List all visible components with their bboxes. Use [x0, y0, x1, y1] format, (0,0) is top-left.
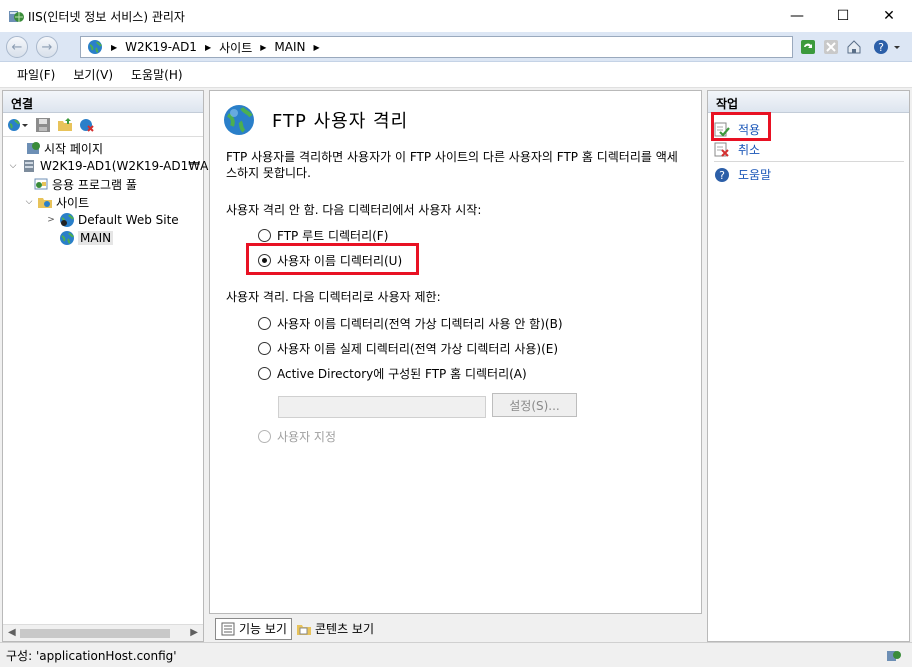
radio-button[interactable] — [258, 367, 271, 380]
title-bar: IIS(인터넷 정보 서비스) 관리자 — ☐ ✕ — [0, 0, 912, 32]
actions-divider — [714, 161, 904, 162]
tab-content-view[interactable]: 콘텐츠 보기 — [292, 618, 378, 640]
horizontal-scrollbar[interactable]: ◀ ▶ — [3, 624, 203, 641]
up-folder-icon[interactable] — [57, 117, 73, 133]
feature-pane: FTP 사용자 격리 FTP 사용자를 격리하면 사용자가 이 FTP 사이트의… — [209, 90, 702, 614]
feature-description: FTP 사용자를 격리하면 사용자가 이 FTP 사이트의 다른 사용자의 FT… — [226, 150, 678, 180]
collapse-icon[interactable]: ⌵ — [23, 197, 35, 207]
help-icon[interactable]: ? — [873, 39, 889, 55]
status-bar: 구성: 'applicationHost.config' — [0, 642, 912, 667]
help-dropdown-icon[interactable] — [892, 39, 902, 55]
tab-features-view[interactable]: 기능 보기 — [215, 617, 292, 640]
connect-icon[interactable] — [7, 117, 29, 133]
tree-item-sites[interactable]: ⌵ 사이트 — [23, 193, 90, 211]
path-separator: ▶ — [111, 42, 118, 52]
path-separator: ▶ — [313, 42, 320, 52]
close-button[interactable]: ✕ — [866, 0, 912, 32]
globe-icon — [60, 231, 74, 245]
minimize-button[interactable]: — — [774, 0, 820, 32]
help-icon: ? — [715, 167, 729, 182]
sites-folder-icon — [38, 198, 52, 208]
radio-button[interactable] — [258, 229, 271, 242]
menu-view[interactable]: 보기(V) — [64, 66, 122, 83]
actions-title: 작업 — [708, 91, 909, 113]
tree-item-default-web-site[interactable]: > Default Web Site — [45, 211, 179, 229]
website-icon — [60, 213, 74, 227]
connections-toolbar — [3, 113, 203, 137]
menu-bar: 파일(F) 보기(V) 도움말(H) — [0, 62, 912, 88]
connections-title: 연결 — [3, 91, 203, 113]
path-segment-main[interactable]: MAIN — [274, 40, 305, 54]
connection-status-icon — [887, 651, 901, 661]
iis-manager-icon — [9, 11, 24, 22]
radio-button — [258, 430, 271, 443]
no-isolation-label: 사용자 격리 안 함. 다음 디렉터리에서 사용자 시작: — [226, 203, 482, 217]
feature-header: FTP 사용자 격리 — [222, 103, 408, 137]
path-segment-server[interactable]: W2K19-AD1 — [125, 40, 197, 54]
page-title: FTP 사용자 격리 — [272, 111, 409, 132]
highlight-box — [246, 243, 419, 275]
window-title: IIS(인터넷 정보 서비스) 관리자 — [28, 9, 185, 24]
menu-file[interactable]: 파일(F) — [8, 66, 64, 83]
scroll-left-icon[interactable]: ◀ — [8, 627, 16, 638]
isolation-label: 사용자 격리. 다음 디렉터리로 사용자 제한: — [226, 290, 441, 304]
stop-icon[interactable] — [823, 39, 839, 55]
collapse-icon[interactable]: ⌵ — [7, 161, 19, 171]
forward-button[interactable]: → — [36, 36, 58, 58]
globe-icon — [88, 40, 102, 54]
svg-text:?: ? — [878, 41, 884, 54]
radio-user-physical-dir[interactable]: 사용자 이름 실제 디렉터리(전역 가상 디렉터리 사용)(E) — [258, 340, 558, 357]
path-separator: ▶ — [204, 42, 212, 52]
highlight-box — [711, 112, 771, 141]
ad-settings-field — [278, 396, 486, 418]
svg-text:?: ? — [719, 169, 725, 182]
content-view-icon — [296, 624, 311, 635]
server-icon — [24, 160, 34, 172]
settings-button: 설정(S)... — [492, 393, 577, 417]
view-tabs: 기능 보기 콘텐츠 보기 — [209, 615, 702, 642]
radio-ftp-root[interactable]: FTP 루트 디렉터리(F) — [258, 227, 388, 244]
radio-user-name-no-global[interactable]: 사용자 이름 디렉터리(전역 가상 디렉터리 사용 안 함)(B) — [258, 315, 563, 332]
features-view-icon — [221, 622, 235, 635]
status-text: 구성: 'applicationHost.config' — [6, 648, 177, 663]
scroll-right-icon[interactable]: ▶ — [190, 627, 198, 638]
help-action[interactable]: ? 도움말 — [714, 166, 771, 183]
start-page-icon — [27, 142, 40, 154]
menu-help[interactable]: 도움말(H) — [122, 66, 192, 83]
tree-item-start-page[interactable]: 시작 페이지 — [11, 139, 103, 157]
tree-item-server[interactable]: ⌵ W2K19-AD1(W2K19-AD1₩A — [7, 157, 209, 175]
maximize-button[interactable]: ☐ — [820, 0, 866, 32]
address-path[interactable]: ▶ W2K19-AD1 ▶ 사이트 ▶ MAIN ▶ — [80, 36, 793, 58]
ftp-globe-icon — [224, 105, 254, 135]
radio-button[interactable] — [258, 317, 271, 330]
refresh-icon[interactable] — [800, 39, 816, 55]
save-icon[interactable] — [35, 117, 51, 133]
home-icon[interactable] — [846, 39, 862, 55]
path-segment-sites[interactable]: 사이트 — [219, 39, 252, 56]
tree-item-main[interactable]: MAIN — [59, 229, 114, 247]
actions-pane: 작업 적용 취소 ? 도움말 — [707, 90, 910, 642]
cancel-action[interactable]: 취소 — [714, 141, 760, 158]
cancel-icon — [714, 142, 729, 157]
radio-active-directory[interactable]: Active Directory에 구성된 FTP 홈 디렉터리(A) — [258, 365, 527, 382]
back-button[interactable]: ← — [6, 36, 28, 58]
app-pool-icon — [34, 178, 48, 190]
main-area: 연결 시작 페이지 ⌵ W2K19-AD1(W2K19-AD1₩A 응용 프로그… — [0, 88, 912, 642]
connections-pane: 연결 시작 페이지 ⌵ W2K19-AD1(W2K19-AD1₩A 응용 프로그… — [2, 90, 208, 642]
tree-item-app-pools[interactable]: 응용 프로그램 풀 — [33, 175, 137, 193]
radio-button[interactable] — [258, 342, 271, 355]
scroll-thumb[interactable] — [20, 629, 170, 638]
disconnect-icon[interactable] — [79, 117, 95, 133]
radio-custom: 사용자 지정 — [258, 428, 336, 445]
address-bar: ← → ▶ W2K19-AD1 ▶ 사이트 ▶ MAIN ▶ ? — [0, 32, 912, 62]
expand-icon[interactable]: > — [45, 215, 57, 225]
path-separator: ▶ — [260, 42, 267, 52]
